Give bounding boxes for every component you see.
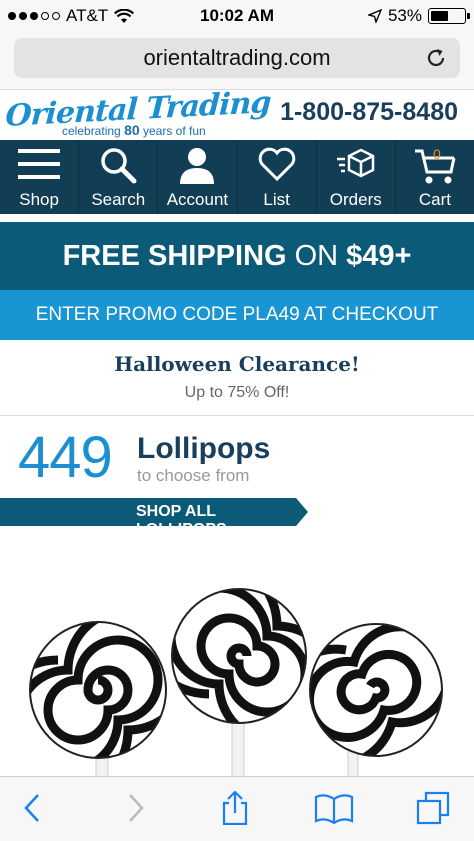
- nav-label-cart: Cart: [418, 190, 451, 209]
- shipping-amount: $49+: [346, 239, 412, 272]
- url-text: orientaltrading.com: [143, 45, 331, 70]
- nav-orders[interactable]: Orders: [317, 140, 396, 214]
- battery-icon: [428, 8, 470, 24]
- sale-title: Halloween Clearance!: [114, 352, 360, 376]
- category-title: Lollipops: [137, 432, 271, 465]
- brand-logo[interactable]: Oriental Trading celebrating 80 years of…: [5, 85, 272, 138]
- orders-box-icon: [336, 148, 375, 178]
- status-bar: AT&T 10:02 AM 53%: [0, 0, 474, 32]
- battery-area: 53%: [367, 6, 470, 26]
- shipping-prefix: FREE SHIPPING: [62, 239, 287, 272]
- promo-code-text: ENTER PROMO CODE PLA49 AT CHECKOUT: [35, 304, 439, 325]
- nav-search[interactable]: Search: [79, 140, 159, 214]
- account-icon: [180, 148, 215, 184]
- bookmarks-icon[interactable]: [314, 791, 354, 825]
- nav-cart[interactable]: 0 Cart: [396, 140, 474, 214]
- search-icon: [101, 148, 137, 184]
- menu-icon: [18, 149, 61, 179]
- nav-label-shop: Shop: [19, 190, 59, 209]
- main-nav: Shop Search Account List Orders 0 Cart: [0, 140, 474, 214]
- back-icon[interactable]: [16, 791, 50, 825]
- browser-address-area: orientaltrading.com: [0, 32, 474, 90]
- lollipop-count: 449: [18, 425, 113, 490]
- promo-code-banner[interactable]: ENTER PROMO CODE PLA49 AT CHECKOUT: [0, 290, 474, 340]
- nav-shop[interactable]: Shop: [0, 140, 80, 214]
- location-arrow-icon: [367, 9, 382, 23]
- url-field[interactable]: orientaltrading.com: [14, 38, 460, 78]
- phone-number[interactable]: 1-800-875-8480: [280, 98, 458, 127]
- reload-icon[interactable]: [424, 46, 448, 70]
- forward-icon[interactable]: [118, 791, 152, 825]
- nav-account[interactable]: Account: [158, 140, 238, 214]
- nav-label-account: Account: [166, 190, 229, 209]
- share-icon[interactable]: [218, 791, 252, 825]
- nav-list[interactable]: List: [238, 140, 317, 214]
- shop-all-label: SHOP ALL LOLLIPOPS: [136, 503, 227, 538]
- free-shipping-banner[interactable]: FREE SHIPPING ON $49+: [0, 222, 474, 290]
- nav-label-orders: Orders: [329, 190, 382, 209]
- nav-label-list: List: [263, 190, 290, 209]
- cart-count-badge: 0: [432, 146, 441, 162]
- sale-subtitle: Up to 75% Off!: [184, 384, 290, 401]
- browser-toolbar: [0, 776, 474, 841]
- shipping-on: ON: [294, 239, 339, 272]
- nav-label-search: Search: [91, 190, 146, 209]
- brand-tagline: celebrating 80 years of fun: [62, 122, 206, 138]
- category-subtitle: to choose from: [137, 466, 250, 485]
- shop-all-lollipops-button[interactable]: SHOP ALL LOLLIPOPS: [0, 498, 308, 538]
- halloween-clearance-banner[interactable]: Halloween Clearance! Up to 75% Off!: [0, 340, 474, 416]
- tabs-icon[interactable]: [416, 791, 450, 825]
- lollipops-product-image[interactable]: [0, 560, 474, 776]
- heart-icon: [258, 147, 295, 182]
- battery-percent: 53%: [387, 6, 422, 25]
- site-header: Oriental Trading celebrating 80 years of…: [0, 85, 474, 140]
